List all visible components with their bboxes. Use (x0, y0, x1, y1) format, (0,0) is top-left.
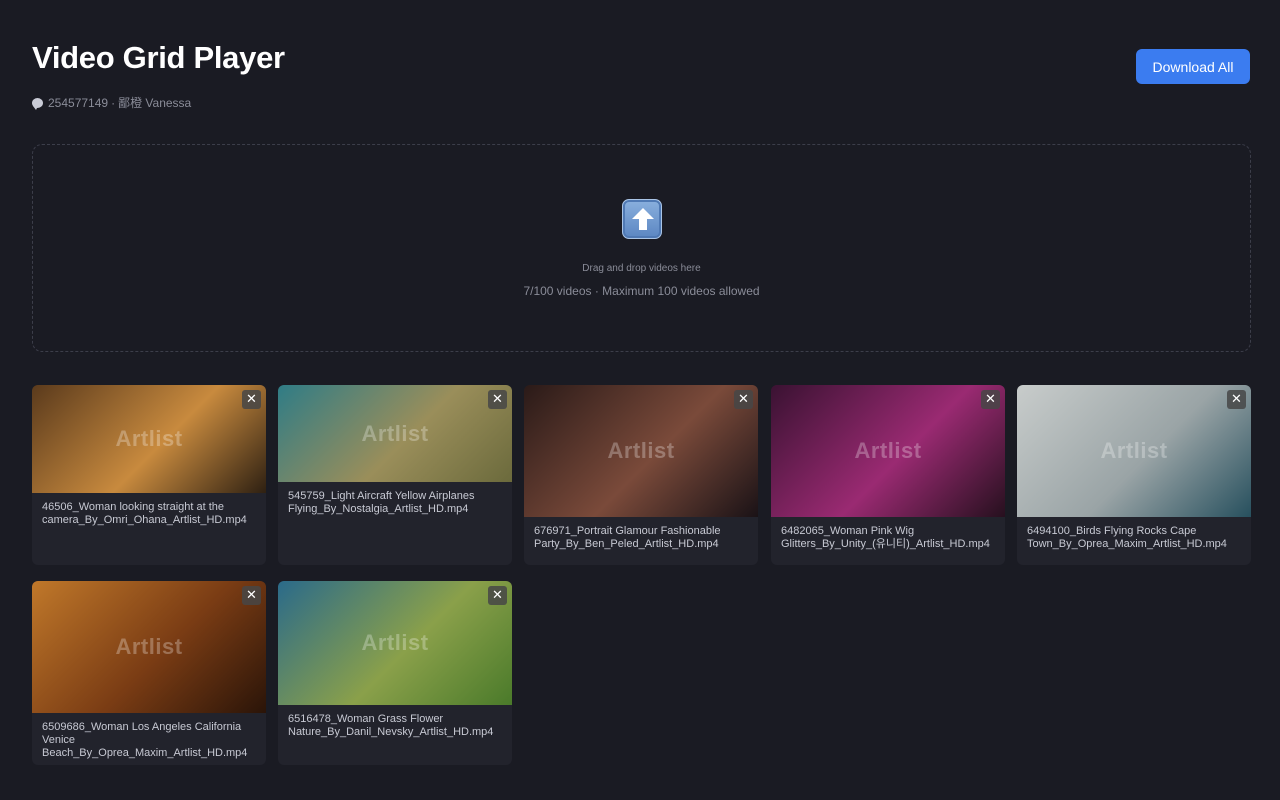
remove-video-button[interactable]: ✕ (1227, 390, 1246, 409)
remove-video-button[interactable]: ✕ (242, 390, 261, 409)
video-thumbnail[interactable]: Artlist ✕ (278, 581, 512, 705)
remove-video-button[interactable]: ✕ (734, 390, 753, 409)
chat-bubble-icon (32, 97, 43, 110)
video-thumbnail[interactable]: Artlist ✕ (32, 581, 266, 713)
video-thumbnail[interactable]: Artlist ✕ (278, 385, 512, 482)
watermark: Artlist (854, 438, 922, 463)
user-name: 鄙橙 Vanessa (118, 96, 192, 110)
video-filename: 676971_Portrait Glamour Fashionable Part… (534, 525, 721, 550)
video-filename: 6516478_Woman Grass Flower Nature_By_Dan… (288, 713, 494, 738)
video-card[interactable]: Artlist ✕ 6494100_Birds Flying Rocks Cap… (1017, 385, 1251, 565)
video-thumbnail[interactable]: Artlist ✕ (32, 385, 266, 493)
video-filename: 6482065_Woman Pink Wig Glitters_By_Unity… (781, 525, 990, 550)
remove-video-button[interactable]: ✕ (488, 586, 507, 605)
video-filename: 6494100_Birds Flying Rocks Cape Town_By_… (1027, 525, 1227, 550)
video-card[interactable]: Artlist ✕ 46506_Woman looking straight a… (32, 385, 266, 565)
remove-video-button[interactable]: ✕ (981, 390, 1000, 409)
dropzone-instruction: Drag and drop videos here (582, 263, 701, 274)
video-card[interactable]: Artlist ✕ 545759_Light Aircraft Yellow A… (278, 385, 512, 565)
separator: · (111, 95, 116, 110)
page-title: Video Grid Player (32, 40, 285, 75)
page-header: Video Grid Player 254577149 · 鄙橙 Vanessa… (32, 40, 1250, 110)
video-card[interactable]: Artlist ✕ 6482065_Woman Pink Wig Glitter… (771, 385, 1005, 565)
video-card[interactable]: Artlist ✕ 676971_Portrait Glamour Fashio… (524, 385, 758, 565)
download-all-button[interactable]: Download All (1136, 49, 1250, 84)
user-info: 254577149 · 鄙橙 Vanessa (32, 94, 1250, 111)
video-thumbnail[interactable]: Artlist ✕ (524, 385, 758, 517)
remove-video-button[interactable]: ✕ (488, 390, 507, 409)
remove-video-button[interactable]: ✕ (242, 586, 261, 605)
watermark: Artlist (115, 634, 183, 659)
user-id: 254577149 (48, 95, 109, 110)
watermark: Artlist (1100, 438, 1168, 463)
video-count: 7/100 videos · Maximum 100 videos allowe… (523, 284, 760, 298)
video-filename: 46506_Woman looking straight at the came… (42, 501, 247, 526)
video-card[interactable]: Artlist ✕ 6509686_Woman Los Angeles Cali… (32, 581, 266, 765)
video-card[interactable]: Artlist ✕ 6516478_Woman Grass Flower Nat… (278, 581, 512, 765)
video-grid: Artlist ✕ 46506_Woman looking straight a… (32, 385, 1252, 765)
video-dropzone[interactable]: Drag and drop videos here 7/100 videos ·… (32, 144, 1251, 352)
watermark: Artlist (115, 426, 183, 451)
video-filename: 6509686_Woman Los Angeles California Ven… (42, 721, 248, 759)
watermark: Artlist (361, 420, 429, 446)
video-thumbnail[interactable]: Artlist ✕ (1017, 385, 1251, 517)
video-thumbnail[interactable]: Artlist ✕ (771, 385, 1005, 517)
video-filename: 545759_Light Aircraft Yellow Airplanes F… (288, 490, 475, 515)
watermark: Artlist (361, 630, 429, 655)
watermark: Artlist (607, 438, 675, 463)
upload-arrow-icon (621, 199, 662, 239)
